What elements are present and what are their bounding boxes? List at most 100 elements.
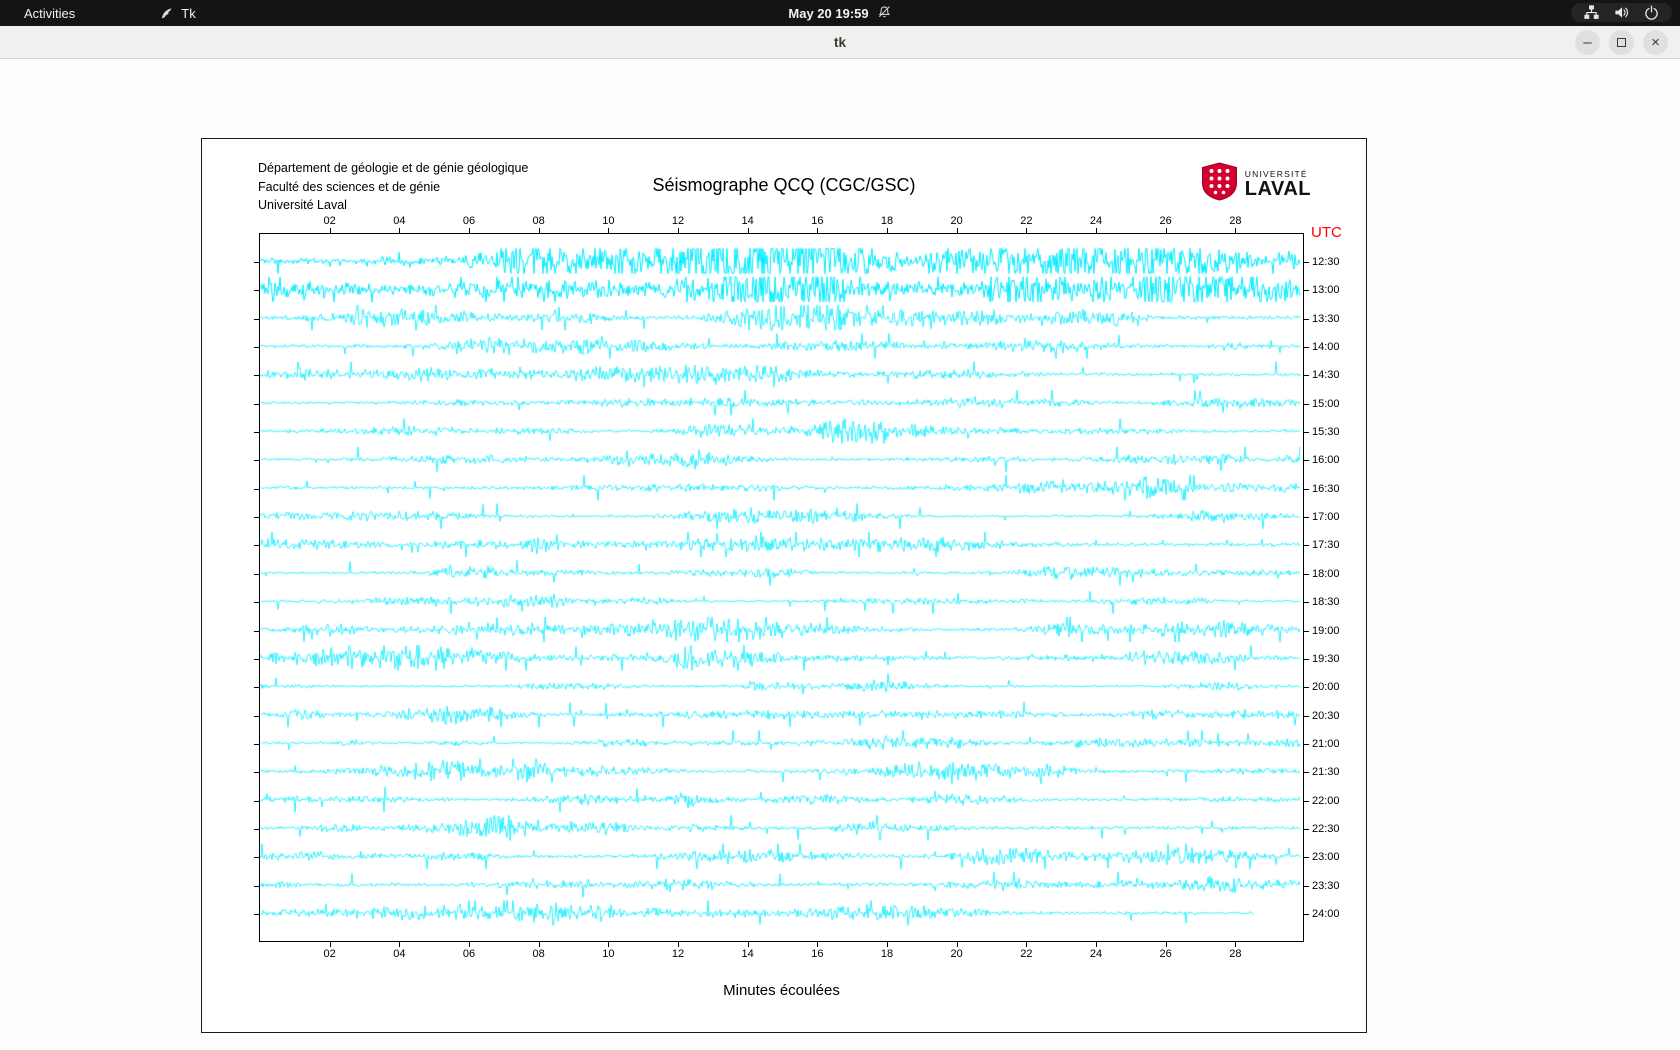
y-axis-tick xyxy=(254,262,260,263)
y-axis-tick xyxy=(254,403,260,405)
trace-time-label: 14:30 xyxy=(1312,369,1340,382)
maximize-button[interactable] xyxy=(1609,30,1634,55)
y-axis-tick xyxy=(254,517,260,519)
trace-time-label: 13:30 xyxy=(1312,312,1340,325)
x-axis-tick xyxy=(469,228,470,234)
x-tick-label: 02 xyxy=(323,215,336,227)
y-axis-tick xyxy=(1303,318,1309,320)
x-axis-tick xyxy=(1096,941,1097,947)
x-tick-label: 08 xyxy=(532,215,545,227)
activities-button[interactable]: Activities xyxy=(14,4,85,23)
x-tick-label: 22 xyxy=(1020,948,1033,960)
trace-time-label: 22:30 xyxy=(1312,822,1340,835)
x-axis-tick xyxy=(1165,228,1167,234)
x-axis-tick xyxy=(1026,228,1028,234)
system-tray[interactable] xyxy=(1571,3,1672,22)
y-axis-tick xyxy=(254,573,260,575)
trace-time-label: 14:00 xyxy=(1312,341,1340,354)
minimize-button[interactable]: – xyxy=(1575,30,1600,55)
desktop: Activities Tk May 20 19:59 tk – × Départ… xyxy=(0,0,1680,1050)
window-controls: – × xyxy=(1575,30,1668,55)
app-menu[interactable]: Tk xyxy=(159,5,196,21)
x-tick-label: 10 xyxy=(602,948,615,960)
trace-time-label: 21:30 xyxy=(1312,766,1340,779)
y-axis-tick xyxy=(1303,403,1309,405)
x-axis-title: Minutes écoulées xyxy=(723,982,840,999)
trace-time-label: 21:00 xyxy=(1312,737,1340,750)
x-tick-label: 04 xyxy=(393,215,406,227)
trace-time-label: 18:00 xyxy=(1312,567,1340,580)
trace-time-label: 24:00 xyxy=(1312,908,1340,920)
figure-title: Séismographe QCQ (CGC/GSC) xyxy=(652,175,916,195)
close-button[interactable]: × xyxy=(1643,30,1668,55)
y-axis-tick xyxy=(254,290,260,292)
logo-text-laval: LAVAL xyxy=(1244,177,1311,200)
x-axis-tick xyxy=(538,941,540,947)
y-axis-tick xyxy=(254,347,260,349)
y-axis-tick xyxy=(1303,658,1309,660)
y-axis-tick xyxy=(254,885,260,887)
seismogram-traces xyxy=(260,234,1303,941)
universite-laval-logo: UNIVERSITÉ LAVAL xyxy=(1201,162,1311,206)
window-titlebar[interactable]: tk – × xyxy=(0,26,1680,59)
x-tick-label: 18 xyxy=(880,948,894,960)
y-axis-tick xyxy=(254,743,260,745)
x-axis-tick xyxy=(329,228,331,234)
x-tick-label: 14 xyxy=(741,948,754,960)
x-tick-label: 26 xyxy=(1159,948,1172,960)
x-tick-label: 26 xyxy=(1159,215,1172,227)
trace-time-label: 17:30 xyxy=(1312,539,1340,552)
laval-shield-icon xyxy=(1201,162,1238,206)
x-axis-tick xyxy=(817,228,819,234)
trace-time-label: 13:00 xyxy=(1312,284,1340,297)
trace-time-label: 17:00 xyxy=(1312,511,1340,524)
x-axis-tick xyxy=(887,941,888,947)
x-axis-tick xyxy=(817,941,819,947)
y-axis-tick xyxy=(254,630,260,632)
y-axis-tick xyxy=(254,772,260,774)
y-axis-tick xyxy=(1303,573,1309,575)
x-tick-label: 20 xyxy=(950,215,963,227)
x-tick-label: 28 xyxy=(1229,948,1242,960)
x-tick-label: 12 xyxy=(671,948,685,960)
x-axis-tick xyxy=(538,228,540,234)
trace-time-label: 19:00 xyxy=(1312,624,1340,637)
helicorder-plot: UTC 02 02 04 04 06 06 08 08 10 10 12 12 14 14 16 16 18 18… xyxy=(254,215,1342,960)
x-axis-tick xyxy=(329,941,331,947)
x-axis-tick xyxy=(1026,941,1028,947)
institution-line: Université Laval xyxy=(258,198,347,212)
y-axis-tick xyxy=(254,687,260,689)
y-axis-tick xyxy=(1303,347,1309,349)
clock-label: May 20 19:59 xyxy=(788,5,869,21)
trace-time-label: 12:30 xyxy=(1312,256,1340,268)
app-menu-label: Tk xyxy=(181,5,196,21)
y-axis-tick xyxy=(254,318,260,320)
volume-icon xyxy=(1614,5,1629,20)
x-axis-tick xyxy=(678,228,679,234)
y-axis-tick xyxy=(1303,914,1309,915)
x-axis-tick xyxy=(887,228,888,234)
y-axis-tick xyxy=(1303,743,1309,745)
maximize-icon xyxy=(1617,38,1626,47)
y-axis-tick xyxy=(254,914,260,915)
trace-time-label: 23:30 xyxy=(1312,879,1340,892)
x-tick-label: 22 xyxy=(1020,215,1033,227)
utc-axis-label: UTC xyxy=(1311,224,1342,242)
x-tick-label: 14 xyxy=(741,215,754,227)
x-axis-tick xyxy=(399,228,401,234)
clock-button[interactable]: May 20 19:59 xyxy=(788,5,891,22)
y-axis-tick xyxy=(1303,857,1309,859)
y-axis-tick xyxy=(1303,772,1309,774)
x-axis-tick xyxy=(469,941,470,947)
x-tick-label: 06 xyxy=(462,948,476,960)
y-axis-tick xyxy=(254,800,260,802)
x-tick-label: 20 xyxy=(950,948,963,960)
window-title: tk xyxy=(833,34,846,50)
trace-time-label: 20:30 xyxy=(1312,709,1340,722)
y-axis-tick xyxy=(254,828,260,830)
x-tick-label: 02 xyxy=(323,948,336,960)
y-axis-tick xyxy=(1303,715,1309,717)
x-axis-tick xyxy=(399,941,401,947)
y-axis-tick xyxy=(1303,432,1309,434)
y-axis-tick xyxy=(254,460,260,462)
